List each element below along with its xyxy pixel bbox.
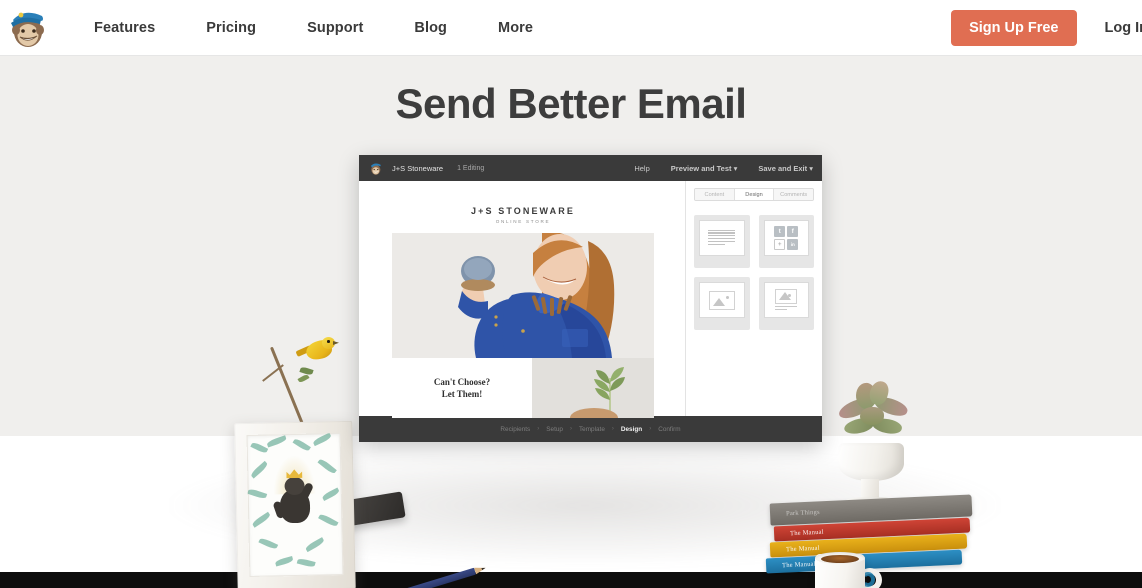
chevron-right-icon: › (537, 426, 540, 432)
content-block-palette: t f + in (694, 215, 814, 330)
editing-status: 1 Editing (457, 164, 485, 172)
email-brand-subtitle: ONLINE STORE (495, 219, 551, 224)
twitter-icon: t (774, 226, 786, 237)
preview-and-test-label: Preview and Test (670, 163, 732, 173)
cta-line-1: Can't Choose? (433, 376, 491, 387)
nav-link-blog[interactable]: Blog (414, 14, 447, 42)
breadcrumb-design[interactable]: Design (621, 426, 642, 433)
design-panel: Content Design Comments t f + in (685, 181, 822, 416)
email-cta-text: Can't Choose? Let Them! (392, 358, 532, 418)
breadcrumb-setup[interactable]: Setup (546, 426, 563, 433)
page-title: Send Better Email (395, 80, 747, 127)
nav-link-features[interactable]: Features (94, 14, 155, 42)
preview-and-test-menu[interactable]: Preview and Test ▾ (671, 164, 738, 173)
caption-lines-icon (775, 306, 798, 311)
page-root: Features Pricing Support Blog More Sign … (0, 0, 1142, 588)
nav-link-more[interactable]: More (498, 14, 533, 42)
main-nav-links: Features Pricing Support Blog More (94, 14, 533, 42)
nav-account-actions: Sign Up Free Log In (951, 0, 1142, 56)
linkedin-icon: in (787, 239, 799, 250)
panel-tab-bar: Content Design Comments (694, 188, 814, 201)
email-hero-photo[interactable] (392, 233, 654, 358)
text-block-tile[interactable] (694, 215, 750, 268)
breadcrumb-template[interactable]: Template (579, 426, 605, 433)
tab-design[interactable]: Design (734, 189, 775, 200)
top-navigation-bar: Features Pricing Support Blog More Sign … (0, 0, 1142, 56)
save-and-exit-label: Save and Exit (758, 163, 808, 173)
footer-bar (0, 572, 1142, 588)
breadcrumb-recipients[interactable]: Recipients (500, 426, 530, 433)
email-brand-name: J+S STONEWARE (471, 206, 575, 216)
image-placeholder-icon (708, 290, 735, 310)
tab-comments[interactable]: Comments (774, 189, 813, 200)
campaign-builder-mockup: J+S Stoneware 1 Editing Help Preview and… (359, 155, 822, 442)
nav-link-pricing[interactable]: Pricing (206, 14, 256, 42)
chevron-down-icon: ▾ (733, 163, 738, 173)
mailchimp-freddie-logo[interactable] (368, 161, 383, 176)
app-body: J+S STONEWARE ONLINE STORE Can't Choose?… (359, 181, 822, 418)
app-toolbar-actions: Help Preview and Test ▾ Save and Exit ▾ (613, 164, 813, 173)
log-in-link[interactable]: Log In (1105, 20, 1142, 36)
chevron-down-icon: ▾ (809, 163, 813, 173)
google-plus-icon: + (774, 239, 786, 250)
nav-link-support[interactable]: Support (307, 14, 363, 42)
sign-up-free-button[interactable]: Sign Up Free (951, 10, 1077, 46)
chevron-right-icon: › (611, 426, 614, 432)
hero-white-band (0, 436, 1142, 572)
email-cta-row: Can't Choose? Let Them! (392, 358, 654, 418)
email-brand-header: J+S STONEWARE ONLINE STORE (392, 193, 654, 227)
save-and-exit-menu[interactable]: Save and Exit ▾ (758, 164, 813, 173)
breadcrumb-confirm[interactable]: Confirm (658, 426, 680, 433)
mailchimp-freddie-logo[interactable] (4, 5, 50, 51)
breadcrumb: Recipients › Setup › Template › Design ›… (359, 416, 822, 442)
social-share-block-tile[interactable]: t f + in (758, 215, 814, 268)
campaign-name: J+S Stoneware (392, 163, 444, 173)
image-block-tile[interactable] (694, 277, 750, 330)
image-placeholder-icon (775, 289, 798, 304)
social-icons-group: t f + in (774, 226, 799, 250)
chevron-right-icon: › (569, 426, 572, 432)
chevron-right-icon: › (649, 426, 652, 432)
image-block-preview (699, 282, 745, 318)
tab-content[interactable]: Content (695, 189, 735, 200)
text-block-preview (699, 220, 745, 256)
email-side-photo[interactable] (532, 358, 654, 418)
text-lines-icon (708, 229, 736, 247)
cta-line-2: Let Them! (441, 389, 483, 399)
email-canvas: J+S STONEWARE ONLINE STORE Can't Choose?… (359, 181, 685, 418)
image-caption-block-preview (763, 282, 809, 318)
social-block-preview: t f + in (763, 220, 809, 256)
help-button[interactable]: Help (634, 164, 649, 173)
app-toolbar: J+S Stoneware 1 Editing Help Preview and… (359, 155, 822, 181)
facebook-icon: f (787, 226, 799, 237)
image-caption-block-tile[interactable] (758, 277, 814, 330)
email-preview[interactable]: J+S STONEWARE ONLINE STORE Can't Choose?… (392, 193, 654, 418)
